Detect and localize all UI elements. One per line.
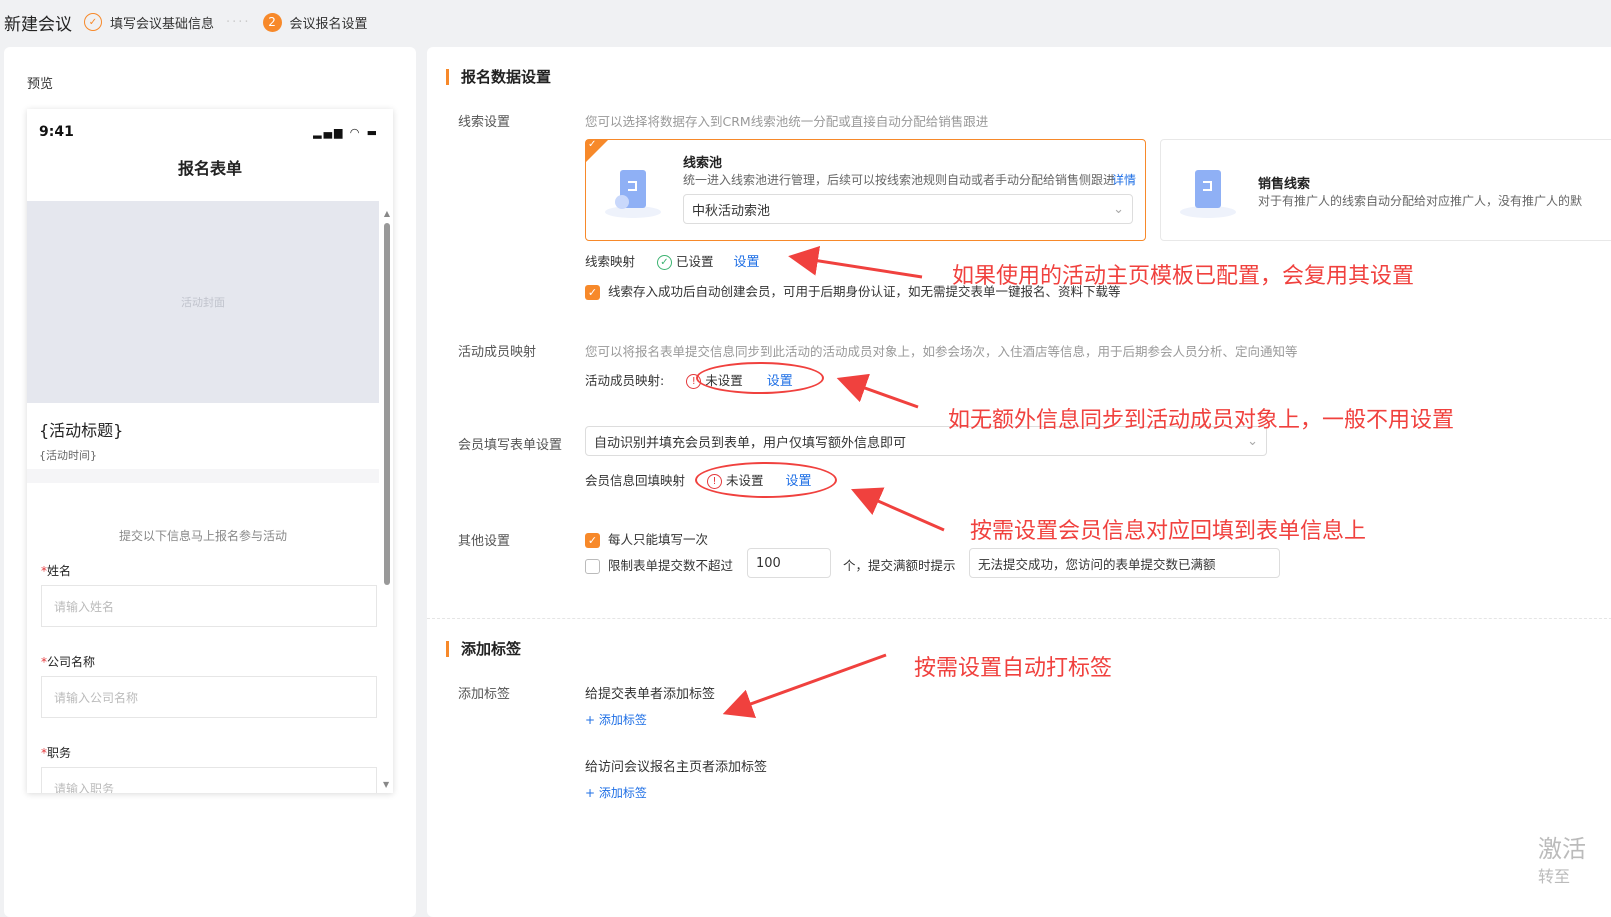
- clock: 9:41: [39, 124, 74, 140]
- title-input[interactable]: 请输入职务: [41, 767, 377, 793]
- name-input[interactable]: 请输入姓名: [41, 585, 377, 627]
- divider: [27, 469, 379, 483]
- divider: [427, 618, 1611, 619]
- header: 新建会议 ✓ 填写会议基础信息 ···· 2 会议报名设置: [4, 10, 368, 35]
- settings-panel: 报名数据设置 线索设置 您可以选择将数据存入到CRM线索池统一分配或直接自动分配…: [427, 47, 1611, 917]
- card-desc: 对于有推广人的线索自动分配给对应推广人，没有推广人的默: [1258, 194, 1583, 208]
- chevron-down-icon: ⌄: [1247, 433, 1258, 449]
- lead-pool-card[interactable]: ✓ 线索池 统一进入线索池进行管理，后续可以按线索池规则自动或者手动分配给销售侧…: [585, 139, 1146, 241]
- section-title: 报名数据设置: [446, 69, 551, 85]
- lead-mapping-set-link[interactable]: 设置: [734, 255, 760, 270]
- checkbox-checked[interactable]: ✓: [585, 285, 600, 300]
- scrollbar-thumb[interactable]: [384, 223, 390, 585]
- lead-pool-illustration-icon: [605, 170, 661, 218]
- form-title: 报名表单: [177, 159, 242, 178]
- annotation-text: 按需设置自动打标签: [914, 656, 1113, 681]
- other-settings-label: 其他设置: [458, 534, 511, 549]
- checkbox-checked[interactable]: ✓: [585, 533, 600, 548]
- lead-desc: 您可以选择将数据存入到CRM线索池统一分配或直接自动分配给销售跟进: [585, 114, 989, 129]
- check-circle-icon: ✓: [657, 255, 672, 270]
- company-input[interactable]: 请输入公司名称: [41, 676, 377, 718]
- limit-checkbox-row[interactable]: 限制表单提交数不超过: [585, 555, 733, 574]
- step-divider: ····: [226, 14, 251, 30]
- annotation-ellipse: [695, 462, 837, 498]
- scroll-up-icon[interactable]: ▲: [383, 209, 391, 218]
- page-title: 新建会议: [4, 14, 72, 35]
- field-label: *职务: [41, 746, 72, 760]
- add-visitor-tag-button[interactable]: + 添加标签: [585, 784, 647, 801]
- visitor-tags-label: 给访问会议报名主页者添加标签: [585, 760, 768, 775]
- step-1[interactable]: 填写会议基础信息: [110, 13, 214, 32]
- activation-watermark: 激活 转至: [1538, 835, 1586, 886]
- step-number: 2: [262, 12, 282, 32]
- card-title: 线索池: [683, 156, 723, 171]
- once-checkbox-row[interactable]: ✓ 每人只能填写一次: [585, 529, 708, 548]
- activity-title: {活动标题}: [39, 421, 124, 440]
- annotation-ellipse: [696, 362, 824, 394]
- section-title: 添加标签: [446, 641, 521, 657]
- member-fill-label: 会员填写表单设置: [458, 438, 563, 453]
- sales-lead-illustration-icon: [1180, 170, 1236, 218]
- field-label: *公司名称: [41, 655, 96, 669]
- activity-time: {活动时间}: [39, 449, 97, 462]
- mapping-status: 已设置: [676, 254, 714, 269]
- phone-preview: 9:41 ▂▄▆ ◠ ▬ 报名表单 活动封面 {活动标题} {活动时间} 提交以…: [27, 109, 393, 793]
- status-bar: 9:41 ▂▄▆ ◠ ▬: [27, 109, 393, 155]
- signal-wifi-battery-icon: ▂▄▆ ◠ ▬: [313, 125, 379, 139]
- preview-label: 预览: [27, 77, 54, 92]
- lead-settings-label: 线索设置: [458, 115, 511, 130]
- card-title: 销售线索: [1258, 177, 1311, 192]
- annotation-text: 如果使用的活动主页模板已配置，会复用其设置: [952, 264, 1415, 289]
- limit-input[interactable]: 100: [747, 548, 831, 578]
- tags-label: 添加标签: [458, 687, 511, 702]
- selected-check-icon: ✓: [586, 139, 608, 162]
- preview-panel: 预览 9:41 ▂▄▆ ◠ ▬ 报名表单 活动封面 {活动标题} {活动时间} …: [4, 47, 416, 917]
- check-icon: ✓: [84, 13, 102, 31]
- detail-link[interactable]: 详情: [1112, 171, 1136, 188]
- scroll-down-icon[interactable]: ▼: [383, 780, 389, 789]
- cover-image: 活动封面: [27, 201, 379, 403]
- member-map-label: 活动成员映射: [458, 345, 537, 360]
- annotation-text: 按需设置会员信息对应回填到表单信息上: [970, 519, 1367, 544]
- add-submitter-tag-button[interactable]: + 添加标签: [585, 711, 647, 728]
- scrollbar[interactable]: ▲ ▼: [383, 209, 391, 793]
- submitter-tags-label: 给提交表单者添加标签: [585, 687, 716, 702]
- card-desc: 统一进入线索池进行管理，后续可以按线索池规则自动或者手动分配给销售侧跟进: [683, 173, 1116, 187]
- checkbox-unchecked[interactable]: [585, 559, 600, 574]
- form-hint: 提交以下信息马上报名参与活动: [118, 529, 287, 543]
- limit-message-input[interactable]: 无法提交成功，您访问的表单提交数已满额: [969, 548, 1280, 578]
- limit-suffix: 个，提交满额时提示: [843, 558, 956, 573]
- step-2[interactable]: 会议报名设置: [290, 13, 368, 32]
- chevron-down-icon: ⌄: [1113, 201, 1124, 217]
- field-label: *姓名: [41, 564, 72, 578]
- sales-lead-card[interactable]: 销售线索 对于有推广人的线索自动分配给对应推广人，没有推广人的默: [1160, 139, 1611, 241]
- annotation-text: 如无额外信息同步到活动成员对象上，一般不用设置: [948, 408, 1455, 433]
- lead-pool-select[interactable]: 中秋活动索池 ⌄: [683, 194, 1133, 224]
- lead-mapping-row: 线索映射 ✓ 已设置 设置: [585, 254, 760, 270]
- member-map-desc: 您可以将报名表单提交信息同步到此活动的活动成员对象上，如参会场次，入住酒店等信息…: [585, 344, 1298, 359]
